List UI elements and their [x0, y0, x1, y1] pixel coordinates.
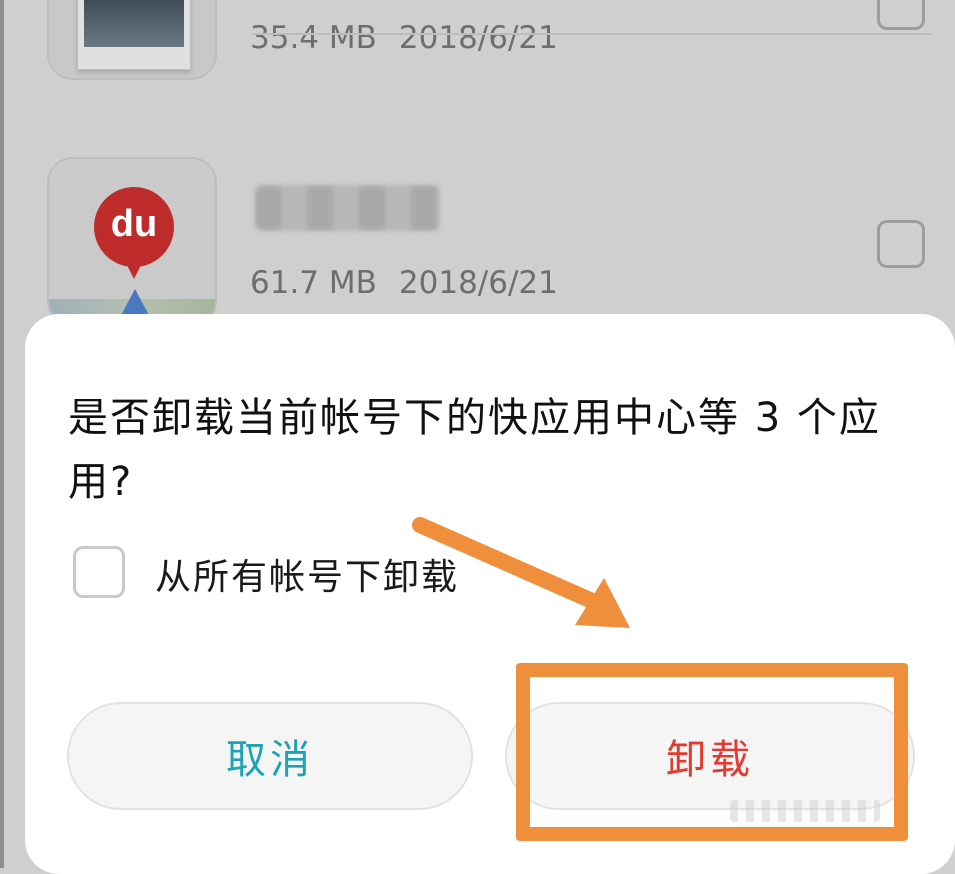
baidu-maps-icon: du: [47, 157, 217, 327]
all-accounts-checkbox[interactable]: [73, 546, 125, 598]
map-pin-label: du: [110, 203, 158, 245]
app-select-checkbox[interactable]: [877, 220, 925, 268]
dialog-title: 是否卸载当前帐号下的快应用中心等 3 个应用?: [68, 395, 881, 505]
photo-gallery-icon: [47, 0, 217, 80]
watermark: [730, 800, 880, 822]
cancel-button[interactable]: 取消: [67, 702, 473, 810]
all-accounts-label: 从所有帐号下卸载: [155, 557, 460, 598]
mountain-image: [84, 0, 184, 47]
app-date: 2018/6/21: [398, 20, 558, 56]
app-size: 61.7 MB: [250, 265, 377, 301]
app-meta: 61.7 MB 2018/6/21: [250, 265, 580, 301]
app-size: 35.4 MB: [250, 20, 377, 56]
app-date: 2018/6/21: [398, 265, 558, 301]
list-divider: [252, 33, 932, 35]
photo-frame: [77, 0, 191, 70]
app-name-redacted: [255, 185, 440, 231]
app-meta: 35.4 MB 2018/6/21: [250, 20, 580, 56]
app-list-item[interactable]: 35.4 MB 2018/6/21: [0, 0, 955, 125]
app-select-checkbox[interactable]: [877, 0, 925, 30]
